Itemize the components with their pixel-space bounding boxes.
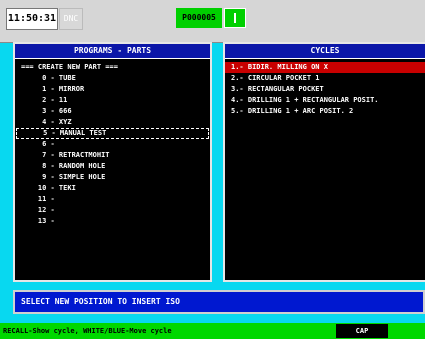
cycle-list-item[interactable]: 2.- CIRCULAR POCKET 1 [225,73,425,84]
top-bar: 11:50:31 DNC P000005 [0,0,425,43]
program-list-item[interactable]: 7 - RETRACTMOHIT [15,150,210,161]
programs-panel-title: PROGRAMS - PARTS [15,44,210,59]
program-list-item[interactable]: 6 - [15,139,210,150]
program-list-item[interactable]: 3 - 666 [15,106,210,117]
program-list-item[interactable]: 13 - [15,216,210,227]
cycles-panel: CYCLES 1.- BIDIR. MILLING ON X 2.- CIRCUL… [223,42,425,282]
programs-panel: PROGRAMS - PARTS === CREATE NEW PART ===… [13,42,212,282]
status-message: SELECT NEW POSITION TO INSERT ISO [13,290,425,314]
program-list-item[interactable]: 8 - RANDOM HOLE [15,161,210,172]
cycle-list-item[interactable]: 3.- RECTANGULAR POCKET [225,84,425,95]
cycles-list: 1.- BIDIR. MILLING ON X 2.- CIRCULAR POCK… [225,59,425,117]
program-list-item[interactable]: 11 - [15,194,210,205]
program-list-item[interactable]: 9 - SIMPLE HOLE [15,172,210,183]
clock: 11:50:31 [6,8,58,30]
program-list-item[interactable]: 1 - MIRROR [15,84,210,95]
key-hint: RECALL-Show cycle, WHITE/BLUE-Move cycle [3,327,172,335]
cycle-list-item[interactable]: 1.- BIDIR. MILLING ON X [225,62,425,73]
cycle-list-item[interactable]: 4.- DRILLING 1 + RECTANGULAR POSIT. [225,95,425,106]
program-list-item[interactable]: 2 - 11 [15,95,210,106]
cycles-panel-title: CYCLES [225,44,425,59]
program-number: P000005 [176,8,222,28]
program-list-item[interactable]: 0 - TUBE [15,73,210,84]
bottom-bar: RECALL-Show cycle, WHITE/BLUE-Move cycle… [0,323,425,339]
program-list-item[interactable]: === CREATE NEW PART === [15,62,210,73]
program-list-item[interactable]: 5 - MANUAL TEST [16,128,209,139]
caps-indicator: CAP [336,324,388,338]
cycle-list-item[interactable]: 5.- DRILLING 1 + ARC POSIT. 2 [225,106,425,117]
program-list-item[interactable]: 10 - TEKI [15,183,210,194]
mode-indicator: DNC [59,8,83,30]
program-list-item[interactable]: 12 - [15,205,210,216]
program-list-item[interactable]: 4 - XYZ [15,117,210,128]
program-status-icon [224,8,246,28]
programs-list: === CREATE NEW PART === 0 - TUBE 1 - MIR… [15,59,210,227]
